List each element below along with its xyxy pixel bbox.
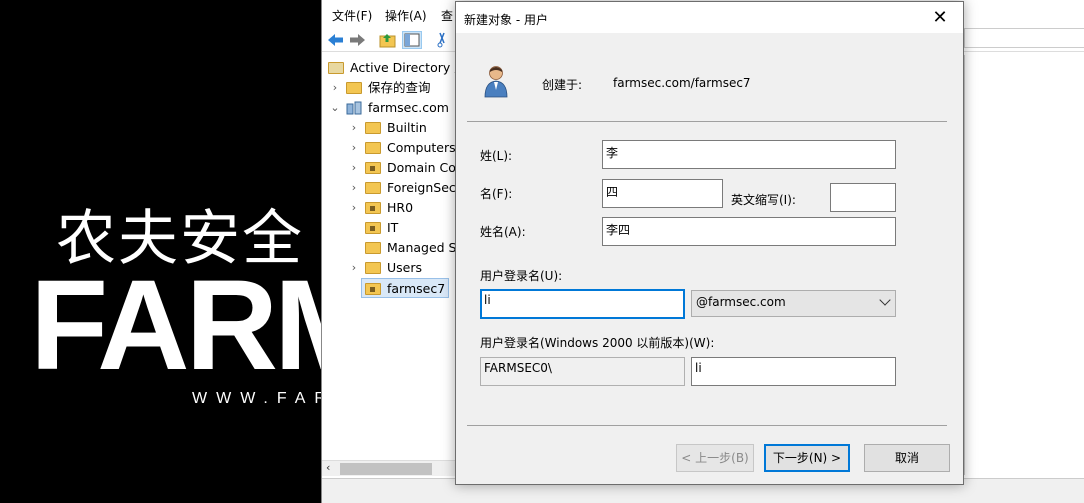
chevron-right-icon[interactable]: › bbox=[348, 158, 360, 178]
folder-icon bbox=[365, 141, 381, 154]
folder-icon bbox=[365, 181, 381, 194]
tree-item-saved-queries[interactable]: › 保存的查询 bbox=[333, 78, 431, 98]
tree-item-farmsec7[interactable]: farmsec7 bbox=[361, 278, 450, 298]
folder-icon bbox=[365, 241, 381, 254]
cut-icon[interactable] bbox=[432, 31, 452, 49]
up-folder-icon[interactable] bbox=[378, 31, 398, 49]
menu-action[interactable]: 操作(A) bbox=[385, 7, 427, 24]
menu-view[interactable]: 查 bbox=[441, 7, 453, 24]
tree-item-foreign-security[interactable]: ›ForeignSecu bbox=[352, 178, 456, 198]
tree-item-domain[interactable]: ⌄ farmsec.com bbox=[330, 98, 449, 118]
pre2000-logon-input[interactable]: li bbox=[691, 357, 896, 386]
pre2000-domain-field: FARMSEC0\ bbox=[480, 357, 685, 386]
next-button[interactable]: 下一步(N) > bbox=[764, 444, 850, 472]
new-user-dialog: 新建对象 - 用户 ✕ 创建于: farmsec.com/farmsec7 姓(… bbox=[455, 1, 964, 485]
tree-item-label: Domain Cor bbox=[387, 160, 456, 175]
folder-icon bbox=[365, 261, 381, 274]
tree-item-label: ForeignSecu bbox=[387, 180, 456, 195]
horizontal-scrollbar[interactable]: ‹ bbox=[322, 460, 456, 476]
tree-item-label: HR0 bbox=[387, 200, 414, 215]
upn-suffix-value: @farmsec.com bbox=[696, 295, 786, 309]
full-name-input[interactable]: 李四 bbox=[602, 217, 896, 246]
back-arrow-icon[interactable] bbox=[326, 31, 346, 49]
initials-label: 英文缩写(I): bbox=[731, 193, 796, 207]
tree-item-computers[interactable]: › Computers bbox=[352, 138, 456, 158]
tree-item-domain-controllers[interactable]: › Domain Cor bbox=[352, 158, 456, 178]
right-pane-header bbox=[964, 28, 1084, 48]
divider bbox=[467, 121, 947, 122]
tree-item-label: farmsec7 bbox=[387, 281, 446, 296]
tree-item-label: Computers bbox=[387, 140, 456, 155]
upn-suffix-select[interactable]: @farmsec.com bbox=[691, 290, 896, 317]
logo-english-text: FARM bbox=[30, 254, 322, 397]
close-icon[interactable]: ✕ bbox=[917, 2, 963, 33]
tree-item-managed-service[interactable]: Managed Se bbox=[365, 238, 456, 258]
ou-folder-icon bbox=[365, 221, 381, 234]
tree-item-label: Active Directory 用 bbox=[350, 60, 456, 75]
tree-item-users[interactable]: › Users bbox=[352, 258, 423, 278]
dialog-title: 新建对象 - 用户 bbox=[464, 13, 548, 27]
tree-item-root[interactable]: Active Directory 用 bbox=[328, 58, 456, 78]
chevron-right-icon[interactable]: › bbox=[329, 78, 341, 98]
menu-file[interactable]: 文件(F) bbox=[332, 7, 372, 24]
navigation-tree: Active Directory 用 › 保存的查询 ⌄ farmsec.com ›… bbox=[322, 56, 456, 476]
create-in-label: 创建于: bbox=[542, 78, 583, 92]
chevron-right-icon[interactable]: › bbox=[348, 198, 360, 218]
logon-name-input[interactable]: li bbox=[480, 289, 685, 319]
logo-url-text: WWW.FAR bbox=[192, 390, 322, 407]
divider bbox=[467, 425, 947, 426]
folder-icon bbox=[346, 81, 362, 94]
ou-folder-icon bbox=[365, 201, 381, 214]
show-hide-tree-icon[interactable] bbox=[402, 31, 422, 49]
tree-item-label: Builtin bbox=[387, 120, 427, 135]
scrollbar-thumb[interactable] bbox=[340, 463, 432, 475]
chevron-right-icon[interactable]: › bbox=[348, 258, 360, 278]
logon-name-label: 用户登录名(U): bbox=[480, 269, 563, 283]
tree-item-label: Users bbox=[387, 260, 423, 275]
back-button[interactable]: < 上一步(B) bbox=[676, 444, 754, 472]
background-logo: 农夫安全 FARM WWW.FAR bbox=[0, 0, 322, 503]
initials-input[interactable] bbox=[830, 183, 896, 212]
create-in-value: farmsec.com/farmsec7 bbox=[613, 76, 751, 90]
domain-icon bbox=[346, 101, 362, 115]
tree-item-it[interactable]: IT bbox=[365, 218, 398, 238]
pre2000-logon-label: 用户登录名(Windows 2000 以前版本)(W): bbox=[480, 336, 715, 350]
right-pane bbox=[964, 55, 1084, 475]
first-name-input[interactable]: 四 bbox=[602, 179, 723, 208]
tree-item-label: 保存的查询 bbox=[368, 80, 431, 95]
ad-root-icon bbox=[328, 61, 344, 74]
chevron-down-icon[interactable]: ⌄ bbox=[329, 98, 341, 118]
user-icon bbox=[482, 64, 510, 98]
folder-icon bbox=[365, 121, 381, 134]
forward-arrow-icon[interactable] bbox=[347, 31, 367, 49]
chevron-down-icon bbox=[879, 294, 891, 306]
chevron-right-icon[interactable]: › bbox=[348, 138, 360, 158]
full-name-label: 姓名(A): bbox=[480, 225, 526, 239]
dialog-titlebar: 新建对象 - 用户 ✕ bbox=[456, 2, 963, 33]
ou-folder-icon bbox=[365, 161, 381, 174]
tree-item-label: farmsec.com bbox=[368, 100, 449, 115]
tree-item-label: IT bbox=[387, 220, 399, 235]
chevron-right-icon[interactable]: › bbox=[348, 178, 360, 198]
last-name-label: 姓(L): bbox=[480, 149, 513, 163]
first-name-label: 名(F): bbox=[480, 187, 513, 201]
tree-item-builtin[interactable]: › Builtin bbox=[352, 118, 427, 138]
cancel-button[interactable]: 取消 bbox=[864, 444, 950, 472]
tree-item-label: Managed Se bbox=[387, 240, 456, 255]
last-name-input[interactable]: 李 bbox=[602, 140, 896, 169]
ou-folder-icon bbox=[365, 282, 381, 295]
chevron-right-icon[interactable]: › bbox=[348, 118, 360, 138]
tree-item-hr0[interactable]: › HR0 bbox=[352, 198, 414, 218]
chevron-left-icon[interactable]: ‹ bbox=[326, 461, 330, 474]
